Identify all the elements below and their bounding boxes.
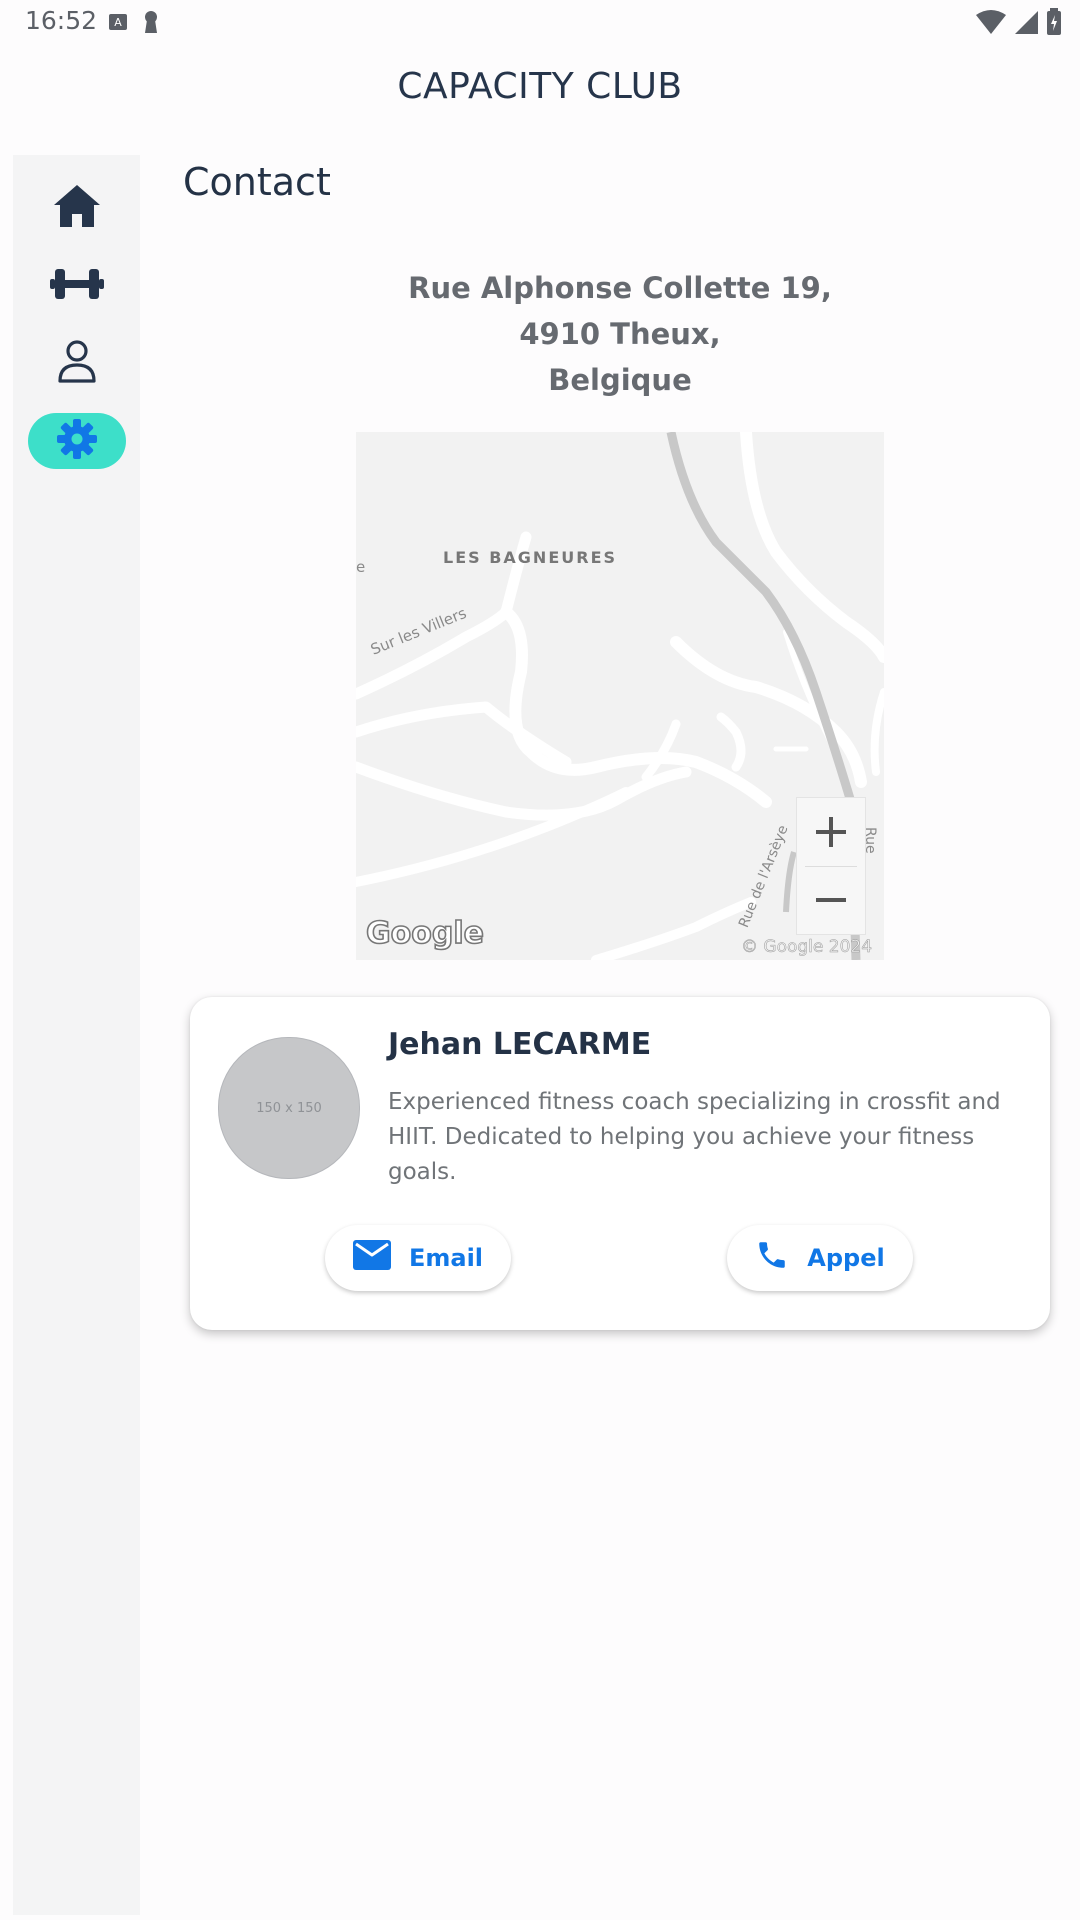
plus-icon — [816, 817, 846, 847]
address-line-country: Belgique — [548, 363, 692, 397]
nav-item-training[interactable] — [28, 258, 126, 314]
map-copyright: © Google 2024 — [741, 937, 873, 958]
status-bar: 16:52 A — [0, 0, 1080, 44]
mail-icon — [352, 1240, 391, 1276]
address-block: Rue Alphonse Collette 19, 4910 Theux, Be… — [320, 265, 920, 403]
address-line-city: 4910 Theux, — [519, 317, 721, 351]
status-time: 16:52 — [25, 6, 98, 35]
status-notification-icons: A — [108, 10, 160, 38]
minus-icon — [816, 898, 846, 902]
nav-item-settings[interactable] — [28, 413, 126, 469]
call-button-label: Appel — [807, 1244, 885, 1272]
call-button[interactable]: Appel — [727, 1225, 913, 1291]
signal-icon — [1014, 9, 1038, 39]
map-label-edge: e — [356, 558, 366, 576]
map-view[interactable]: LES BAGNEURES e Sur les Villers Rue de l… — [356, 432, 884, 960]
svg-text:A: A — [114, 16, 122, 29]
avatar: 150 x 150 — [218, 1037, 360, 1179]
battery-charging-icon — [1046, 8, 1062, 40]
keyboard-notification-icon: A — [108, 12, 128, 36]
nav-item-profile[interactable] — [28, 335, 126, 391]
address-line-street: Rue Alphonse Collette 19, — [408, 271, 832, 305]
phone-icon — [755, 1238, 789, 1278]
google-logo: Google — [365, 915, 485, 952]
status-system-icons — [976, 8, 1062, 40]
app-title: CAPACITY CLUB — [397, 66, 683, 107]
keyhole-notification-icon — [142, 10, 160, 38]
page-title: Contact — [183, 160, 331, 204]
coach-name: Jehan LECARME — [388, 1027, 652, 1062]
dumbbell-icon — [50, 266, 104, 306]
map-label-area: LES BAGNEURES — [443, 548, 618, 567]
navigation-rail — [13, 155, 140, 1915]
map-zoom-controls — [796, 797, 866, 935]
email-button-label: Email — [408, 1244, 484, 1272]
person-icon — [57, 339, 97, 387]
zoom-out-button[interactable] — [797, 866, 865, 934]
wifi-icon — [976, 9, 1006, 39]
settings-icon — [56, 418, 98, 464]
coach-bio: Experienced fitness coach specializing i… — [388, 1089, 1001, 1185]
coach-card: 150 x 150 Jehan LECARME Experienced fitn… — [190, 997, 1050, 1330]
nav-item-home[interactable] — [28, 180, 126, 236]
avatar-placeholder-text: 150 x 150 — [256, 1100, 322, 1116]
home-icon — [52, 183, 102, 233]
zoom-in-button[interactable] — [797, 798, 865, 866]
email-button[interactable]: Email — [325, 1225, 511, 1291]
